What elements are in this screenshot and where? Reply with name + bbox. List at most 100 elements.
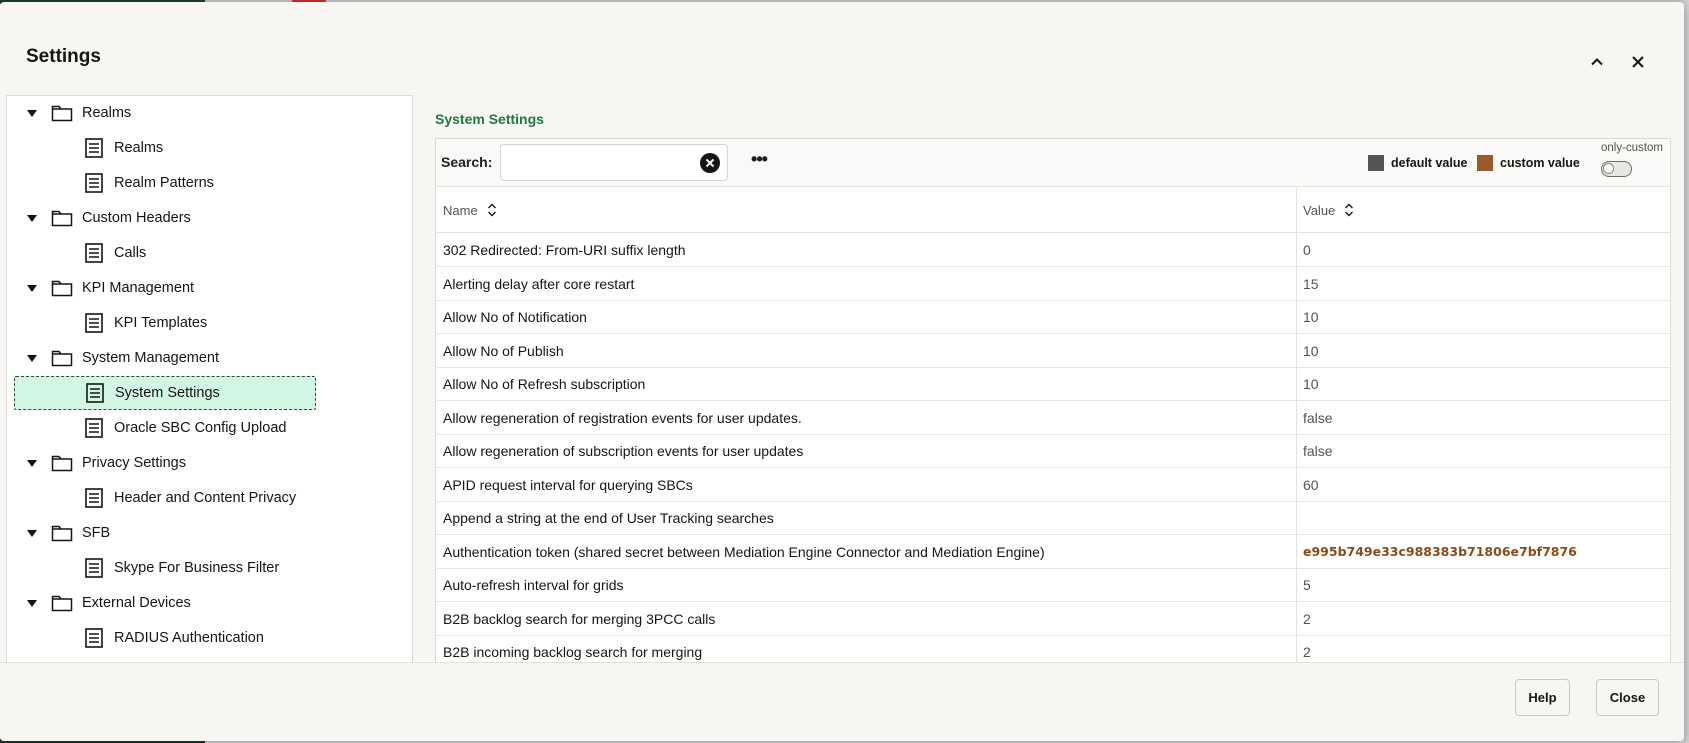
caret-down-icon[interactable] bbox=[27, 599, 37, 607]
chevron-up-icon bbox=[1591, 58, 1603, 66]
tree-item[interactable]: Skype For Business Filter bbox=[14, 551, 279, 585]
column-header-name[interactable]: Name bbox=[443, 187, 497, 233]
tree-node-label: Realm Patterns bbox=[114, 175, 214, 191]
setting-name: B2B backlog search for merging 3PCC call… bbox=[443, 610, 716, 627]
table-row[interactable]: Allow regeneration of subscription event… bbox=[436, 435, 1670, 468]
legend-default-label: default value bbox=[1391, 156, 1468, 170]
tree-item[interactable]: Realm Patterns bbox=[14, 166, 214, 200]
search-label: Search: bbox=[441, 154, 493, 170]
search-input[interactable] bbox=[509, 151, 689, 175]
table-row[interactable]: Authentication token (shared secret betw… bbox=[436, 535, 1670, 569]
legend-default: default value bbox=[1368, 155, 1467, 171]
tree-node-label: Custom Headers bbox=[82, 210, 191, 226]
caret-down-icon[interactable] bbox=[27, 459, 37, 467]
table-row[interactable]: APID request interval for querying SBCs 6… bbox=[436, 468, 1670, 502]
tree-item[interactable]: Oracle SBC Config Upload bbox=[14, 411, 286, 445]
setting-name: Allow No of Refresh subscription bbox=[443, 376, 646, 392]
caret-down-icon[interactable] bbox=[27, 109, 37, 117]
tree-item[interactable]: Header and Content Privacy bbox=[14, 481, 296, 515]
folder-icon bbox=[51, 278, 73, 298]
collapse-button[interactable] bbox=[1585, 52, 1609, 76]
table-header: Name Value bbox=[436, 187, 1670, 233]
close-button[interactable]: Close bbox=[1596, 679, 1659, 716]
page-icon bbox=[83, 173, 105, 193]
setting-name: Auto-refresh interval for grids bbox=[443, 577, 624, 593]
setting-value: 10 bbox=[1303, 342, 1319, 359]
page-icon bbox=[83, 558, 105, 578]
table-row[interactable]: B2B incoming backlog search for merging 2 bbox=[436, 636, 1670, 663]
page-icon bbox=[83, 313, 105, 333]
more-options-button[interactable]: ••• bbox=[746, 150, 772, 172]
tree-folder[interactable]: Realms bbox=[24, 96, 131, 130]
tree-folder[interactable]: System Management bbox=[24, 341, 219, 375]
setting-value: 10 bbox=[1303, 376, 1319, 392]
tree-item[interactable]: KPI Templates bbox=[14, 306, 207, 340]
caret-down-icon[interactable] bbox=[27, 529, 37, 537]
setting-value: 15 bbox=[1303, 275, 1319, 292]
tree-node-label: External Devices bbox=[82, 595, 191, 611]
search-field[interactable] bbox=[500, 144, 728, 181]
ellipsis-icon: ••• bbox=[751, 149, 768, 169]
column-divider bbox=[1296, 187, 1297, 663]
setting-name: B2B incoming backlog search for merging bbox=[443, 644, 703, 660]
default-value-swatch bbox=[1368, 155, 1384, 171]
tree-node-label: KPI Management bbox=[82, 280, 195, 296]
tree-node-label: Realms bbox=[114, 140, 164, 156]
legend-custom-label: custom value bbox=[1500, 156, 1580, 170]
clear-search-button[interactable] bbox=[700, 153, 720, 173]
table-row[interactable]: Allow regeneration of registration event… bbox=[436, 401, 1670, 435]
setting-value: 0 bbox=[1303, 242, 1311, 258]
table-row[interactable]: B2B backlog search for merging 3PCC call… bbox=[436, 602, 1670, 636]
setting-value: false bbox=[1303, 443, 1333, 459]
tree-item[interactable]: Realms bbox=[14, 131, 163, 165]
tree-node-label: KPI Templates bbox=[114, 315, 208, 331]
setting-name: Allow regeneration of registration event… bbox=[443, 409, 802, 426]
custom-value-swatch bbox=[1477, 155, 1493, 171]
setting-name: 302 Redirected: From-URI suffix length bbox=[443, 242, 686, 258]
only-custom-toggle[interactable] bbox=[1601, 161, 1632, 177]
tree-node-label: System Management bbox=[82, 350, 220, 366]
page-icon bbox=[83, 138, 105, 158]
tree-item[interactable]: RADIUS Authentication bbox=[14, 621, 264, 655]
tree-item[interactable]: Calls bbox=[14, 236, 146, 270]
table-row[interactable]: Alerting delay after core restart 15 bbox=[436, 267, 1670, 301]
page-icon bbox=[83, 488, 105, 508]
folder-icon bbox=[51, 348, 73, 368]
sort-icon bbox=[487, 203, 497, 217]
caret-down-icon[interactable] bbox=[27, 214, 37, 222]
tree-node-label: Skype For Business Filter bbox=[114, 560, 280, 576]
caret-down-icon[interactable] bbox=[27, 284, 37, 292]
column-header-name-label: Name bbox=[443, 202, 478, 218]
column-header-value[interactable]: Value bbox=[1303, 187, 1354, 233]
tree-folder[interactable]: SFB bbox=[24, 516, 110, 550]
tree-item[interactable]: System Settings bbox=[14, 376, 316, 410]
tree-node-label: Oracle SBC Config Upload bbox=[114, 420, 287, 436]
column-header-value-label: Value bbox=[1303, 202, 1336, 218]
tree-folder[interactable]: KPI Management bbox=[24, 271, 194, 305]
background-app-edge bbox=[1684, 0, 1689, 743]
page-icon bbox=[83, 243, 105, 263]
close-icon bbox=[1632, 56, 1644, 68]
tree-folder[interactable]: Privacy Settings bbox=[24, 446, 186, 480]
caret-down-icon[interactable] bbox=[27, 354, 37, 362]
table-row[interactable]: 302 Redirected: From-URI suffix length 0 bbox=[436, 234, 1670, 267]
settings-dialog: Settings Realms Realms Realm Patterns Custo… bbox=[0, 2, 1684, 741]
tree-folder[interactable]: Custom Headers bbox=[24, 201, 191, 235]
tree-folder[interactable]: External Devices bbox=[24, 586, 191, 620]
table-row[interactable]: Append a string at the end of User Track… bbox=[436, 502, 1670, 535]
setting-value: 2 bbox=[1303, 644, 1311, 660]
setting-name: Allow regeneration of subscription event… bbox=[443, 443, 804, 459]
close-dialog-button[interactable] bbox=[1626, 52, 1650, 76]
folder-icon bbox=[51, 593, 73, 613]
setting-name: Alerting delay after core restart bbox=[443, 275, 635, 292]
setting-value: 10 bbox=[1303, 309, 1319, 325]
table-row[interactable]: Allow No of Publish 10 bbox=[436, 334, 1670, 368]
table-row[interactable]: Auto-refresh interval for grids 5 bbox=[436, 569, 1670, 602]
settings-grid: Search: ••• default value custom value o… bbox=[435, 138, 1671, 663]
help-button[interactable]: Help bbox=[1515, 679, 1570, 716]
folder-icon bbox=[51, 453, 73, 473]
table-row[interactable]: Allow No of Refresh subscription 10 bbox=[436, 368, 1670, 401]
dialog-footer: Help Close bbox=[0, 662, 1684, 741]
setting-value: 5 bbox=[1303, 577, 1311, 593]
table-row[interactable]: Allow No of Notification 10 bbox=[436, 301, 1670, 334]
